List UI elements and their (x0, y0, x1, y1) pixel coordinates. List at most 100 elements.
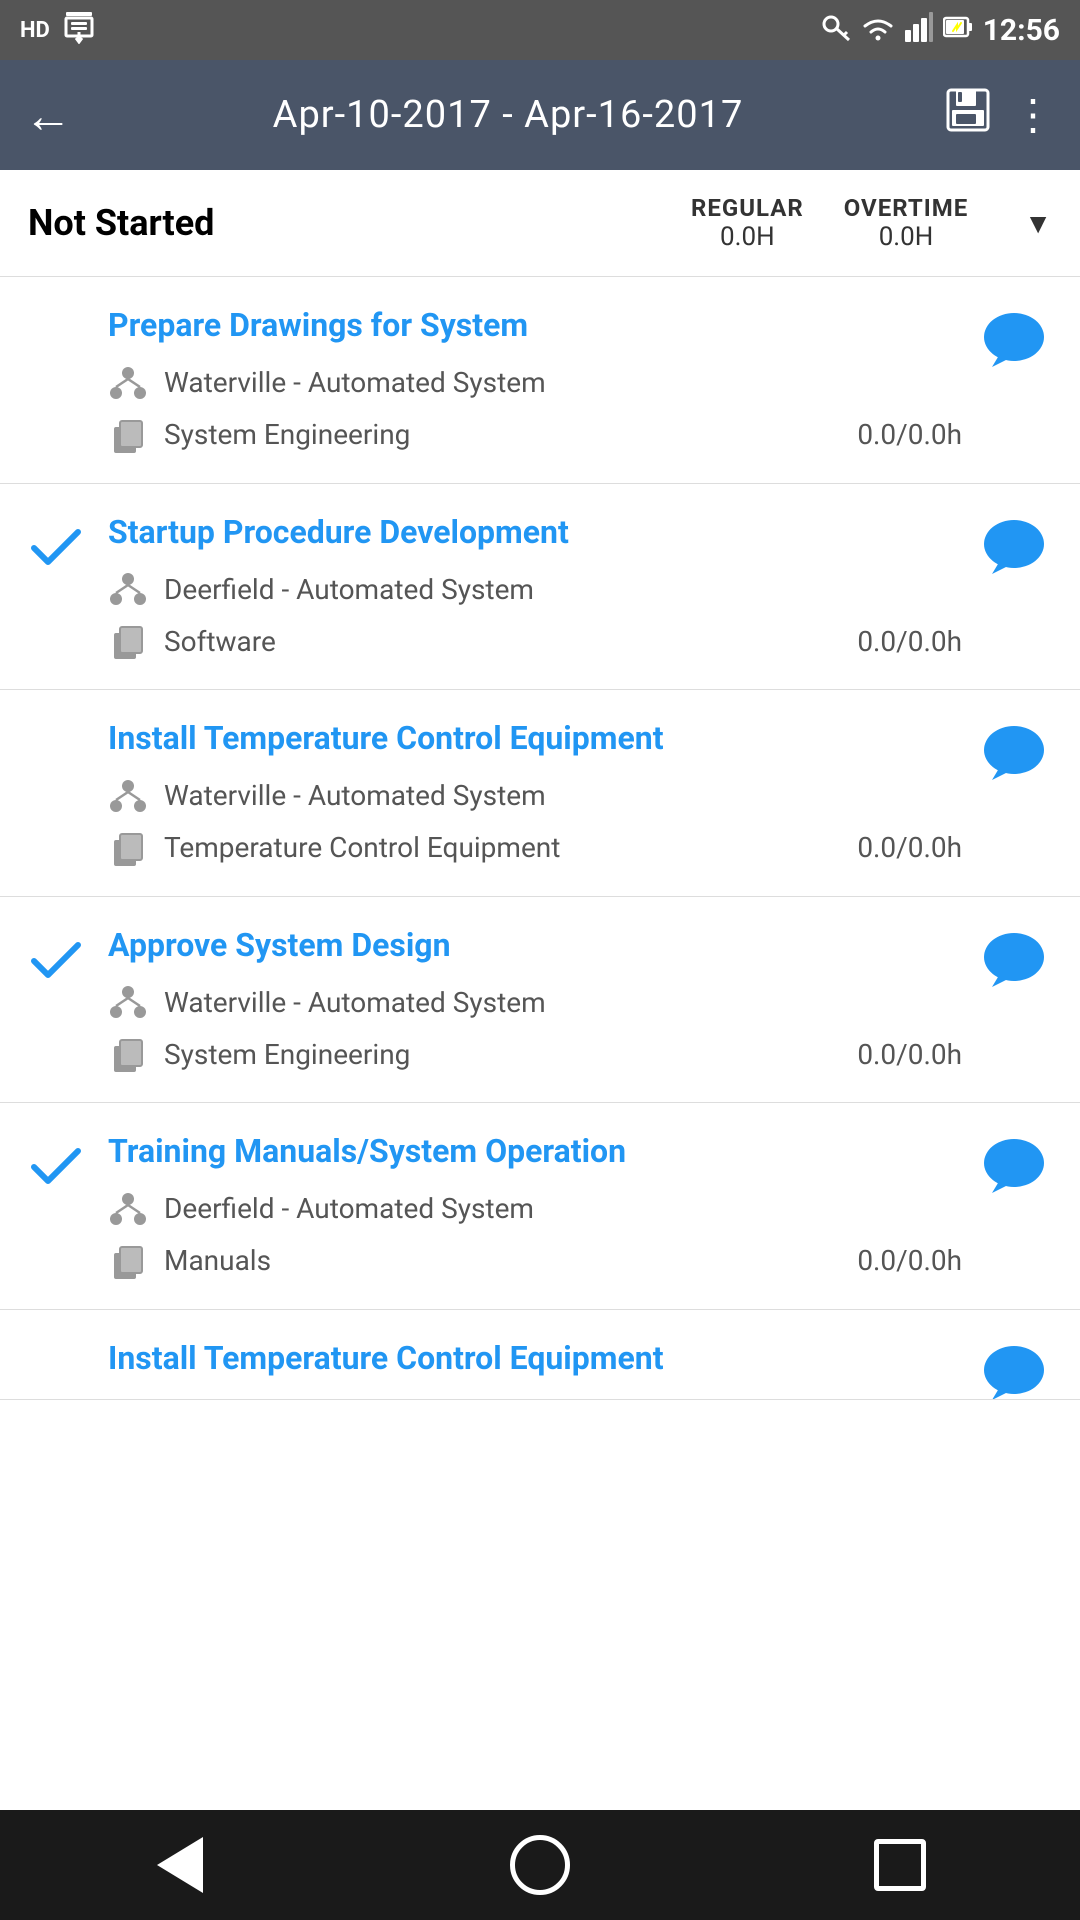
task-hours-5: 0.0/0.0h (857, 1244, 962, 1277)
summary-row: Not Started REGULAR 0.0H OVERTIME 0.0H ▼ (0, 170, 1080, 277)
back-triangle-icon (157, 1837, 203, 1893)
task-project-row-4: Waterville - Automated System (108, 982, 962, 1022)
recents-square-icon (874, 1839, 926, 1891)
comment-icon-2[interactable] (982, 512, 1052, 572)
hd-label: HD (20, 18, 50, 43)
task-item-partial[interactable]: Install Temperature Control Equipment (0, 1310, 1080, 1400)
task-check-6[interactable] (28, 1338, 88, 1346)
task-title-5[interactable]: Training Manuals/System Operation (108, 1131, 962, 1173)
task-category-row-5: Manuals 0.0/0.0h (108, 1241, 962, 1281)
hours-summary: REGULAR 0.0H OVERTIME 0.0H ▼ (691, 194, 1052, 252)
dropdown-arrow-icon[interactable]: ▼ (1024, 207, 1052, 240)
task-category-left-5: Manuals (108, 1241, 271, 1281)
regular-hours: REGULAR 0.0H (691, 194, 804, 252)
overtime-label: OVERTIME (844, 194, 969, 222)
more-options-button[interactable]: ⋮ (1012, 90, 1056, 140)
task-project-2: Deerfield - Automated System (164, 573, 534, 606)
status-left: HD (20, 10, 96, 51)
task-content-6: Install Temperature Control Equipment (108, 1338, 962, 1396)
task-project-1: Waterville - Automated System (164, 366, 546, 399)
task-project-4: Waterville - Automated System (164, 986, 546, 1019)
task-category-row-2: Software 0.0/0.0h (108, 621, 962, 661)
task-content-3: Install Temperature Control Equipment Wa… (108, 718, 962, 868)
task-hours-4: 0.0/0.0h (857, 1038, 962, 1071)
task-title-4[interactable]: Approve System Design (108, 925, 962, 967)
app-bar: ← Apr-10-2017 - Apr-16-2017 ⋮ (0, 60, 1080, 170)
comment-icon-1[interactable] (982, 305, 1052, 365)
task-item[interactable]: Prepare Drawings for System Waterville -… (0, 277, 1080, 484)
task-category-3: Temperature Control Equipment (164, 831, 560, 864)
save-button[interactable] (944, 86, 992, 145)
task-check-3[interactable] (28, 718, 88, 726)
task-category-2: Software (164, 625, 276, 658)
task-title-6[interactable]: Install Temperature Control Equipment (108, 1338, 962, 1380)
back-button[interactable]: ← (24, 87, 72, 144)
task-check-1[interactable] (28, 305, 88, 313)
task-title-3[interactable]: Install Temperature Control Equipment (108, 718, 962, 760)
overtime-hours: OVERTIME 0.0H (844, 194, 969, 252)
task-content-5: Training Manuals/System Operation Deerfi… (108, 1131, 962, 1281)
project-icon-2 (108, 569, 148, 609)
category-icon-1 (108, 415, 148, 455)
project-icon-4 (108, 982, 148, 1022)
task-check-2[interactable] (28, 512, 88, 575)
task-category-left-4: System Engineering (108, 1034, 410, 1074)
task-project-row-5: Deerfield - Automated System (108, 1189, 962, 1229)
task-title-2[interactable]: Startup Procedure Development (108, 512, 962, 554)
project-icon-5 (108, 1189, 148, 1229)
task-check-4[interactable] (28, 925, 88, 988)
task-content-2: Startup Procedure Development Deerfield … (108, 512, 962, 662)
task-project-row-1: Waterville - Automated System (108, 363, 962, 403)
status-bar: HD (0, 0, 1080, 60)
wifi-icon (861, 12, 895, 49)
regular-value: 0.0H (691, 222, 804, 252)
comment-icon-6[interactable] (982, 1338, 1052, 1398)
task-item[interactable]: Startup Procedure Development Deerfield … (0, 484, 1080, 691)
task-project-3: Waterville - Automated System (164, 779, 546, 812)
task-category-5: Manuals (164, 1244, 271, 1277)
date-range-title: Apr-10-2017 - Apr-16-2017 (96, 93, 920, 137)
category-icon-4 (108, 1034, 148, 1074)
task-project-row-2: Deerfield - Automated System (108, 569, 962, 609)
comment-icon-5[interactable] (982, 1131, 1052, 1191)
nav-back-button[interactable] (130, 1825, 230, 1905)
task-title-1[interactable]: Prepare Drawings for System (108, 305, 962, 347)
task-item[interactable]: Training Manuals/System Operation Deerfi… (0, 1103, 1080, 1310)
nav-recents-button[interactable] (850, 1825, 950, 1905)
task-content-1: Prepare Drawings for System Waterville -… (108, 305, 962, 455)
task-category-left-1: System Engineering (108, 415, 410, 455)
task-item[interactable]: Approve System Design Waterville - Autom… (0, 897, 1080, 1104)
task-hours-1: 0.0/0.0h (857, 418, 962, 451)
comment-icon-4[interactable] (982, 925, 1052, 985)
task-project-5: Deerfield - Automated System (164, 1192, 534, 1225)
task-category-row-1: System Engineering 0.0/0.0h (108, 415, 962, 455)
task-category-left-2: Software (108, 621, 276, 661)
download-icon (62, 10, 96, 51)
battery-icon (943, 12, 973, 49)
signal-icon (905, 12, 933, 49)
task-hours-3: 0.0/0.0h (857, 831, 962, 864)
regular-label: REGULAR (691, 194, 804, 222)
time: 12:56 (983, 13, 1060, 48)
task-content-4: Approve System Design Waterville - Autom… (108, 925, 962, 1075)
category-icon-3 (108, 828, 148, 868)
task-check-5[interactable] (28, 1131, 88, 1194)
task-category-row-4: System Engineering 0.0/0.0h (108, 1034, 962, 1074)
key-icon (821, 12, 851, 49)
task-category-row-3: Temperature Control Equipment 0.0/0.0h (108, 828, 962, 868)
nav-home-button[interactable] (490, 1825, 590, 1905)
home-circle-icon (510, 1835, 570, 1895)
bottom-nav (0, 1810, 1080, 1920)
task-category-left-3: Temperature Control Equipment (108, 828, 560, 868)
status-label: Not Started (28, 202, 691, 244)
task-hours-2: 0.0/0.0h (857, 625, 962, 658)
task-list: Prepare Drawings for System Waterville -… (0, 277, 1080, 1510)
category-icon-5 (108, 1241, 148, 1281)
task-category-1: System Engineering (164, 418, 410, 451)
comment-icon-3[interactable] (982, 718, 1052, 778)
overtime-value: 0.0H (844, 222, 969, 252)
task-item[interactable]: Install Temperature Control Equipment Wa… (0, 690, 1080, 897)
project-icon-1 (108, 363, 148, 403)
task-project-row-3: Waterville - Automated System (108, 776, 962, 816)
app-bar-actions: ⋮ (944, 86, 1056, 145)
